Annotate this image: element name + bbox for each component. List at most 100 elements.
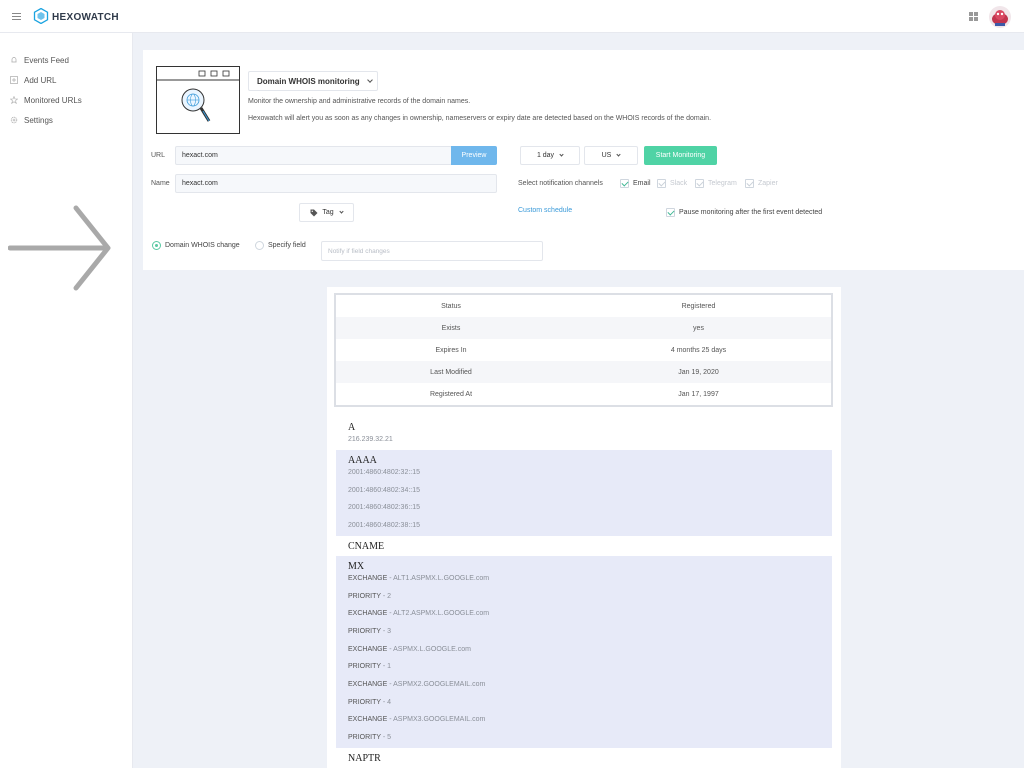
exchange-value: ASPMX2.GOOGLEMAIL.com [393,681,486,688]
sidebar-item-monitored-urls[interactable]: Monitored URLs [10,94,82,106]
radio-button[interactable] [255,241,264,250]
mx-exchange: EXCHANGE - ALT2.ASPMX.L.GOOGLE.com [348,610,490,617]
tag-select[interactable]: Tag [299,203,354,222]
record-title-naptr: NAPTR [348,753,381,764]
table-cell-value: Registered [681,302,716,310]
radio-button[interactable] [152,241,161,250]
priority-value: 2 [387,593,392,600]
sidebar: Events Feed Add URL Monitored URLs Setti… [0,33,133,768]
table-row: Expires In 4 months 25 days [336,339,831,361]
chevron-down-icon [366,76,373,83]
gear-icon [10,116,18,124]
mx-priority: PRIORITY - 4 [348,699,392,706]
sidebar-item-events-feed[interactable]: Events Feed [10,54,69,66]
star-icon [10,96,18,104]
sidebar-item-settings[interactable]: Settings [10,114,53,126]
mx-priority: PRIORITY - 5 [348,734,392,741]
table-cell-value: yes [693,324,704,332]
channel-label: Telegram [708,180,737,187]
apps-grid-icon[interactable] [969,12,978,21]
pause-monitoring-label: Pause monitoring after the first event d… [679,209,823,216]
browser-search-illustration-icon [156,66,240,134]
table-row: Registered At Jan 17, 1997 [336,383,831,405]
start-monitoring-button[interactable]: Start Monitoring [644,146,717,165]
tag-icon [310,209,318,216]
table-row: Last Modified Jan 19, 2020 [336,361,831,383]
record-value: 2001:4860:4802:38::15 [348,522,421,529]
name-input[interactable]: hexact.com [175,174,497,193]
slack-checkbox[interactable] [657,179,666,188]
name-label: Name [151,180,170,187]
chevron-down-icon [339,208,344,214]
avatar[interactable] [989,6,1011,28]
record-title-mx: MX [348,561,365,572]
notification-channels-label: Select notification channels [518,180,603,187]
exchange-label: EXCHANGE [348,716,388,723]
sidebar-item-label: Events Feed [24,55,69,65]
table-cell-value: Jan 17, 1997 [678,390,719,398]
channel-email[interactable]: Email [620,179,651,188]
pause-monitoring-option[interactable]: Pause monitoring after the first event d… [666,208,822,217]
table-cell-key: Status [441,302,461,310]
mx-exchange: EXCHANGE - ASPMX.L.GOOGLE.com [348,646,471,653]
record-value: 2001:4860:4802:32::15 [348,469,421,476]
whois-table: Status Registered Exists yes Expires In … [334,293,833,407]
zapier-checkbox[interactable] [745,179,754,188]
custom-schedule-link[interactable]: Custom schedule [518,207,572,214]
frequency-select[interactable]: 1 day [520,146,580,165]
record-title-a: A [348,422,356,433]
table-cell-value: Jan 19, 2020 [678,368,719,376]
telegram-checkbox[interactable] [695,179,704,188]
brand-name[interactable]: HEXOWATCH [52,12,119,23]
chevron-down-icon [559,151,564,157]
channel-telegram[interactable]: Telegram [695,179,737,188]
hexowatch-logo-icon [33,8,49,24]
radio-domain-whois-change[interactable]: Domain WHOIS change [152,241,240,250]
pause-monitoring-checkbox[interactable] [666,208,675,217]
bell-icon [11,57,17,63]
channel-slack[interactable]: Slack [657,179,687,188]
channel-label: Zapier [758,180,778,187]
record-value: 2001:4860:4802:34::15 [348,487,421,494]
record-title-aaaa: AAAA [348,455,377,466]
priority-label: PRIORITY [348,628,381,635]
record-title-cname: CNAME [348,541,385,552]
url-input[interactable]: hexact.com [175,146,452,165]
priority-label: PRIORITY [348,593,381,600]
monitor-type-select[interactable]: Domain WHOIS monitoring [248,71,378,91]
menu-icon[interactable] [12,13,21,20]
priority-label: PRIORITY [348,734,381,741]
table-row: Exists yes [336,317,831,339]
mx-priority: PRIORITY - 2 [348,593,392,600]
tag-label: Tag [322,209,334,216]
channel-label: Email [633,180,651,187]
table-row: Status Registered [336,295,831,317]
priority-value: 5 [387,734,392,741]
preview-button[interactable]: Preview [451,146,497,165]
exchange-label: EXCHANGE [348,610,388,617]
mx-priority: PRIORITY - 3 [348,628,392,635]
radio-specify-field[interactable]: Specify field [255,241,306,250]
radio-label: Specify field [268,242,306,249]
exchange-value: ALT2.ASPMX.L.GOOGLE.com [393,610,490,617]
channel-zapier[interactable]: Zapier [745,179,778,188]
priority-value: 3 [387,628,392,635]
sidebar-item-add-url[interactable]: Add URL [10,74,56,86]
region-value: US [601,152,612,159]
priority-label: PRIORITY [348,699,381,706]
exchange-label: EXCHANGE [348,646,388,653]
monitor-description: Monitor the ownership and administrative… [248,98,471,105]
field-changes-input[interactable]: Notify if field changes [321,241,543,261]
table-cell-key: Registered At [429,390,473,398]
exchange-label: EXCHANGE [348,575,388,582]
region-select[interactable]: US [584,146,638,165]
url-label: URL [151,152,166,159]
plus-square-icon [10,76,18,84]
arrow-right-icon [8,205,111,291]
priority-value: 4 [387,699,392,706]
radio-label: Domain WHOIS change [165,242,240,249]
chevron-down-icon [616,151,621,157]
table-cell-key: Last Modified [430,368,472,376]
email-checkbox[interactable] [620,179,629,188]
sidebar-item-label: Monitored URLs [24,95,82,105]
